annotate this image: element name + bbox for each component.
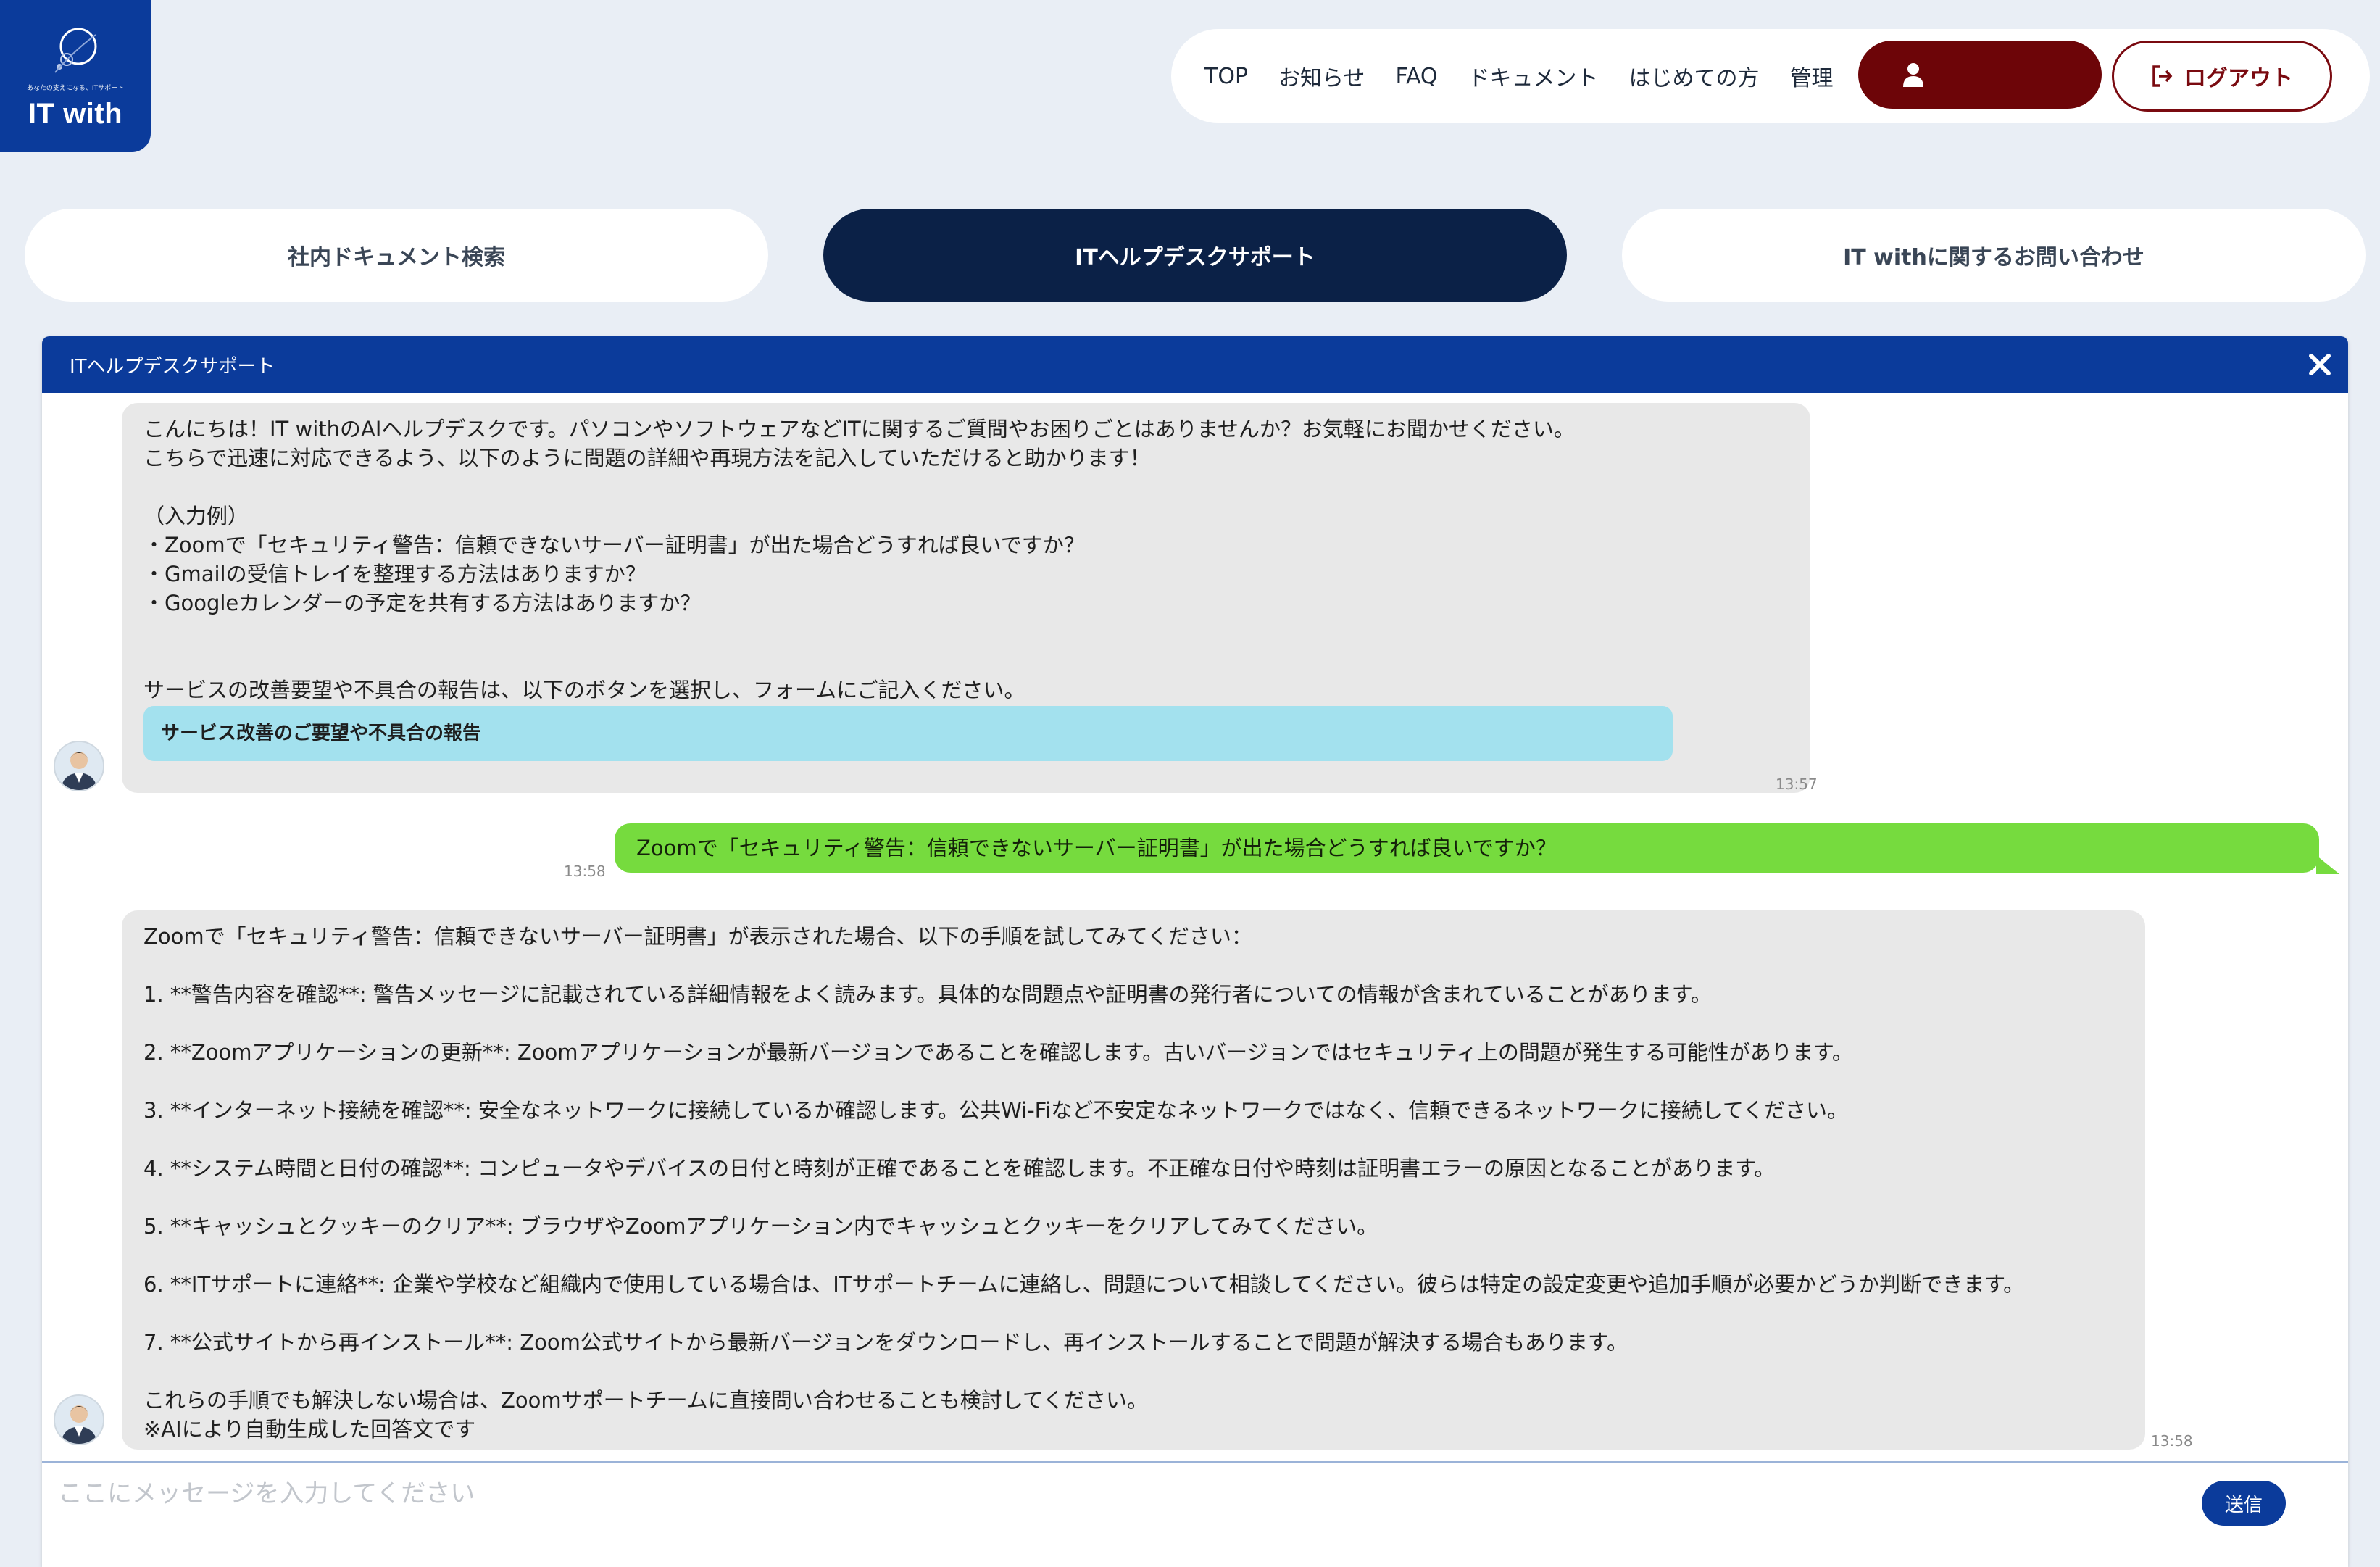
message-input-area: 送信 bbox=[42, 1461, 2348, 1567]
message-line: 2. **Zoomアプリケーションの更新**: Zoomアプリケーションが最新バ… bbox=[143, 1040, 1853, 1065]
avatar-icon bbox=[55, 1396, 103, 1444]
tab-it-helpdesk[interactable]: ITヘルプデスクサポート bbox=[823, 209, 1567, 302]
message-line bbox=[143, 951, 2024, 980]
message-line: （入力例） bbox=[143, 504, 249, 528]
logout-button[interactable]: ログアウト bbox=[2112, 41, 2332, 112]
bot-message: Zoomで「セキュリティ警告：信頼できないサーバー証明書」が表示された場合、以下… bbox=[122, 910, 2145, 1450]
message-line: ・Zoomで「セキュリティ警告：信頼できないサーバー証明書」が出た場合どうすれば… bbox=[143, 533, 1085, 557]
nav-link-faq[interactable]: FAQ bbox=[1395, 64, 1437, 89]
top-nav: TOP お知らせ FAQ ドキュメント はじめての方 管理 ログアウト bbox=[1171, 29, 2370, 123]
user-message: Zoomで「セキュリティ警告：信頼できないサーバー証明書」が出た場合どうすれば良… bbox=[615, 823, 2319, 873]
nav-link-admin[interactable]: 管理 bbox=[1790, 60, 1834, 92]
nav-link-top[interactable]: TOP bbox=[1204, 64, 1248, 89]
timestamp: 13:58 bbox=[2151, 1432, 2193, 1450]
message-line: ・Googleカレンダーの予定を共有する方法はありますか？ bbox=[143, 591, 702, 615]
message-line: 7. **公式サイトから再インストール**: Zoom公式サイトから最新バージョ… bbox=[143, 1330, 1628, 1355]
message-line: 4. **システム時間と日付の確認**: コンピュータやデバイスの日付と時刻が正… bbox=[143, 1156, 1776, 1181]
service-report-button[interactable]: サービス改善のご要望や不具合の報告 bbox=[143, 706, 1673, 761]
message-line: こちらで迅速に対応できるよう、以下のように問題の詳細や再現方法を記入していただけ… bbox=[143, 446, 1151, 470]
logo-mark-icon bbox=[54, 28, 97, 73]
message-line: サービスの改善要望や不具合の報告は、以下のボタンを選択し、フォームにご記入くださ… bbox=[143, 678, 1025, 702]
message-line bbox=[143, 473, 1575, 502]
message-line: Zoomで「セキュリティ警告：信頼できないサーバー証明書」が表示された場合、以下… bbox=[143, 924, 1252, 949]
message-line bbox=[143, 1357, 2024, 1386]
user-icon bbox=[1903, 63, 1923, 87]
chat-window: ITヘルプデスクサポート こんにちは！IT withのAIヘルプデスクです。パソ… bbox=[42, 336, 2348, 1567]
message-line bbox=[143, 647, 1575, 676]
tab-it-with-inquiry[interactable]: IT withに関するお問い合わせ bbox=[1622, 209, 2366, 302]
message-text: Zoomで「セキュリティ警告：信頼できないサーバー証明書」が表示された場合、以下… bbox=[143, 922, 2024, 1444]
message-input[interactable] bbox=[58, 1472, 2232, 1516]
message-line bbox=[143, 1299, 2024, 1328]
avatar-icon bbox=[55, 742, 103, 790]
user-bubble-tail bbox=[2316, 855, 2339, 874]
logo-name: IT with bbox=[28, 98, 123, 130]
close-icon[interactable] bbox=[2305, 349, 2335, 380]
message-line bbox=[143, 1183, 2024, 1212]
tab-document-search[interactable]: 社内ドキュメント検索 bbox=[25, 209, 768, 302]
avatar bbox=[54, 1394, 104, 1445]
message-line bbox=[143, 1067, 2024, 1096]
logo[interactable]: あなたの支えになる、ITサポート IT with bbox=[0, 0, 151, 152]
chat-title: ITヘルプデスクサポート bbox=[70, 355, 275, 378]
message-line: 6. **ITサポートに連絡**: 企業や学校など組織内で使用している場合は、I… bbox=[143, 1272, 2025, 1297]
logout-label: ログアウト bbox=[2184, 66, 2293, 91]
logo-tagline: あなたの支えになる、ITサポート bbox=[26, 85, 125, 92]
bot-message: こんにちは！IT withのAIヘルプデスクです。パソコンやソフトウェアなどIT… bbox=[122, 403, 1810, 793]
message-line bbox=[143, 1241, 2024, 1270]
message-line: ・Gmailの受信トレイを整理する方法はありますか？ bbox=[143, 562, 646, 586]
chat-header: ITヘルプデスクサポート bbox=[42, 336, 2348, 393]
logout-icon bbox=[2152, 65, 2173, 87]
message-line: これらの手順でも解決しない場合は、Zoomサポートチームに直接問い合わせることも… bbox=[143, 1388, 1148, 1413]
timestamp: 13:57 bbox=[1776, 776, 1818, 793]
message-line bbox=[143, 1125, 2024, 1154]
message-line: ※AIにより自動生成した回答文です bbox=[143, 1417, 476, 1442]
user-menu-button[interactable] bbox=[1858, 41, 2102, 109]
nav-link-documents[interactable]: ドキュメント bbox=[1468, 60, 1599, 92]
message-line: こんにちは！IT withのAIヘルプデスクです。パソコンやソフトウェアなどIT… bbox=[143, 417, 1575, 441]
message-line: 3. **インターネット接続を確認**: 安全なネットワークに接続しているか確認… bbox=[143, 1098, 1848, 1123]
message-line bbox=[143, 618, 1575, 647]
nav-link-getting-started[interactable]: はじめての方 bbox=[1629, 60, 1760, 92]
send-button[interactable]: 送信 bbox=[2202, 1481, 2286, 1526]
message-line: 1. **警告内容を確認**: 警告メッセージに記載されている詳細情報をよく読み… bbox=[143, 982, 1712, 1007]
message-line: 5. **キャッシュとクッキーのクリア**: ブラウザやZoomアプリケーション… bbox=[143, 1214, 1378, 1239]
nav-link-news[interactable]: お知らせ bbox=[1278, 60, 1365, 92]
timestamp: 13:58 bbox=[564, 863, 606, 880]
avatar bbox=[54, 741, 104, 791]
page: あなたの支えになる、ITサポート IT with TOP お知らせ FAQ ドキ… bbox=[0, 0, 2380, 1567]
message-text: こんにちは！IT withのAIヘルプデスクです。パソコンやソフトウェアなどIT… bbox=[143, 415, 1575, 704]
message-line bbox=[143, 1009, 2024, 1038]
